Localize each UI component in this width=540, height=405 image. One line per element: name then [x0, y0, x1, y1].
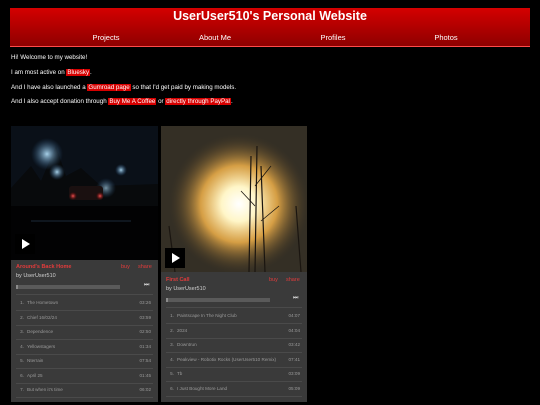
- bandcamp-player-1: Around's Back Home buy share by UserUser…: [11, 126, 158, 402]
- donation-or: or: [156, 98, 166, 105]
- progress-fill-2: [166, 298, 168, 302]
- divider-2: [166, 307, 302, 308]
- track-title: Downtrun: [177, 342, 197, 347]
- skip-next-icon[interactable]: ⏭: [144, 282, 149, 289]
- track-divider: [16, 353, 153, 355]
- track-duration: 04:04: [288, 327, 301, 333]
- gumroad-text: And I have also launched a: [11, 84, 88, 91]
- track-title: Chief 16/02/24: [27, 314, 57, 320]
- donation-text: And I also accept donation through: [11, 98, 109, 105]
- active-text: I am most active on: [11, 69, 67, 76]
- progress-fill-1: [16, 285, 18, 289]
- bluesky-link[interactable]: Bluesky: [66, 69, 91, 76]
- track-number: 5.: [20, 358, 24, 363]
- track-duration: 01:34: [139, 343, 152, 349]
- track-duration: 05:09: [288, 385, 301, 391]
- divider-1: [16, 294, 153, 295]
- track-title: But when it's time: [27, 387, 63, 392]
- track-title: Tb: [177, 371, 183, 376]
- track-divider: [166, 323, 302, 324]
- track-number: 4.: [170, 356, 174, 362]
- track-number: 2.: [20, 314, 24, 320]
- buymeacoffee-link[interactable]: Buy Me A Coffee: [108, 98, 157, 105]
- track-duration: 03:59: [139, 314, 152, 320]
- track-divider: [16, 368, 153, 369]
- track-divider: [166, 366, 302, 368]
- track-duration: 02:50: [139, 329, 152, 334]
- track-duration: 03:26: [139, 300, 152, 305]
- track-number: 4.: [20, 343, 24, 349]
- main-nav: Projects About Me Profiles Photos: [10, 32, 530, 45]
- skip-next-icon[interactable]: ⏭: [293, 295, 298, 302]
- nav-profiles[interactable]: Profiles: [320, 33, 345, 42]
- track-number: 2.: [170, 327, 174, 333]
- track-title: Paintscape In The Night Club: [177, 313, 237, 318]
- track-divider: [166, 381, 302, 382]
- track-divider: [16, 397, 153, 398]
- progress-bar-1[interactable]: [16, 285, 120, 289]
- track-title: The Hometown: [27, 300, 59, 305]
- active-line: I am most active on Bluesky.: [11, 69, 92, 76]
- track-duration: 03:09: [288, 371, 301, 376]
- track-divider: [16, 324, 153, 326]
- track-duration: 07:41: [288, 356, 301, 362]
- track-title: I Just Bought More Land: [177, 385, 228, 391]
- gumroad-end: so that I'd get paid by making models.: [130, 84, 237, 91]
- track-duration: 03:42: [288, 342, 301, 347]
- nav-about-me[interactable]: About Me: [199, 33, 231, 42]
- track-divider: [166, 395, 302, 397]
- track-title: Peakview - Robotix Rocks (UserUser510 Re…: [177, 356, 277, 362]
- track-divider: [166, 337, 302, 339]
- play-icon[interactable]: [165, 248, 185, 268]
- album-title-1[interactable]: Around's Back Home: [16, 264, 71, 270]
- track-title: Yellowstagers: [27, 343, 56, 349]
- track-title: April 25: [27, 372, 43, 378]
- donation-line: And I also accept donation through Buy M…: [11, 98, 233, 105]
- track-number: 1.: [170, 313, 174, 318]
- track-divider: [16, 339, 153, 340]
- nav-photos[interactable]: Photos: [434, 33, 457, 42]
- share-link-2[interactable]: share: [286, 277, 300, 283]
- track-title: Dependence: [27, 329, 54, 334]
- gumroad-line: And I have also launched a Gumroad page …: [11, 84, 236, 91]
- track-number: 1.: [20, 300, 24, 305]
- bandcamp-player-2: First Call buy share by UserUser510 ⏭ 1.…: [161, 126, 307, 402]
- active-end: .: [90, 69, 92, 76]
- donation-end: .: [230, 98, 233, 105]
- site-banner: UserUser510's Personal Website Projects …: [10, 8, 530, 47]
- track-number: 7.: [20, 387, 24, 392]
- buy-link-1[interactable]: buy: [121, 264, 130, 270]
- track-divider: [16, 382, 153, 384]
- artist-byline-1[interactable]: by UserUser510: [16, 273, 56, 279]
- track-number: 6.: [20, 372, 24, 378]
- track-duration: 07:54: [139, 358, 152, 363]
- track-number: 3.: [170, 342, 174, 347]
- track-number: 3.: [20, 329, 24, 334]
- play-icon[interactable]: [15, 234, 35, 254]
- share-link-1[interactable]: share: [138, 264, 152, 270]
- nav-projects[interactable]: Projects: [92, 33, 119, 42]
- buy-link-2[interactable]: buy: [269, 277, 278, 283]
- album-title-2[interactable]: First Call: [166, 277, 190, 283]
- track-duration: 01:45: [139, 372, 152, 378]
- track-duration: 04:07: [288, 313, 301, 318]
- track-divider: [16, 310, 153, 311]
- track-number: 6.: [170, 385, 174, 391]
- welcome-line: Hi! Welcome to my website!: [11, 54, 88, 61]
- track-number: 5.: [170, 371, 174, 376]
- progress-bar-2[interactable]: [166, 298, 270, 302]
- track-duration: 06:02: [139, 387, 152, 392]
- track-divider: [166, 352, 302, 353]
- paypal-link[interactable]: directly through PayPal: [165, 98, 231, 105]
- gumroad-link[interactable]: Gumroad page: [87, 84, 131, 91]
- artist-byline-2[interactable]: by UserUser510: [166, 286, 206, 292]
- site-title: UserUser510's Personal Website: [173, 9, 367, 23]
- track-title: 2024: [177, 327, 188, 333]
- track-title: Nterrain: [27, 358, 44, 363]
